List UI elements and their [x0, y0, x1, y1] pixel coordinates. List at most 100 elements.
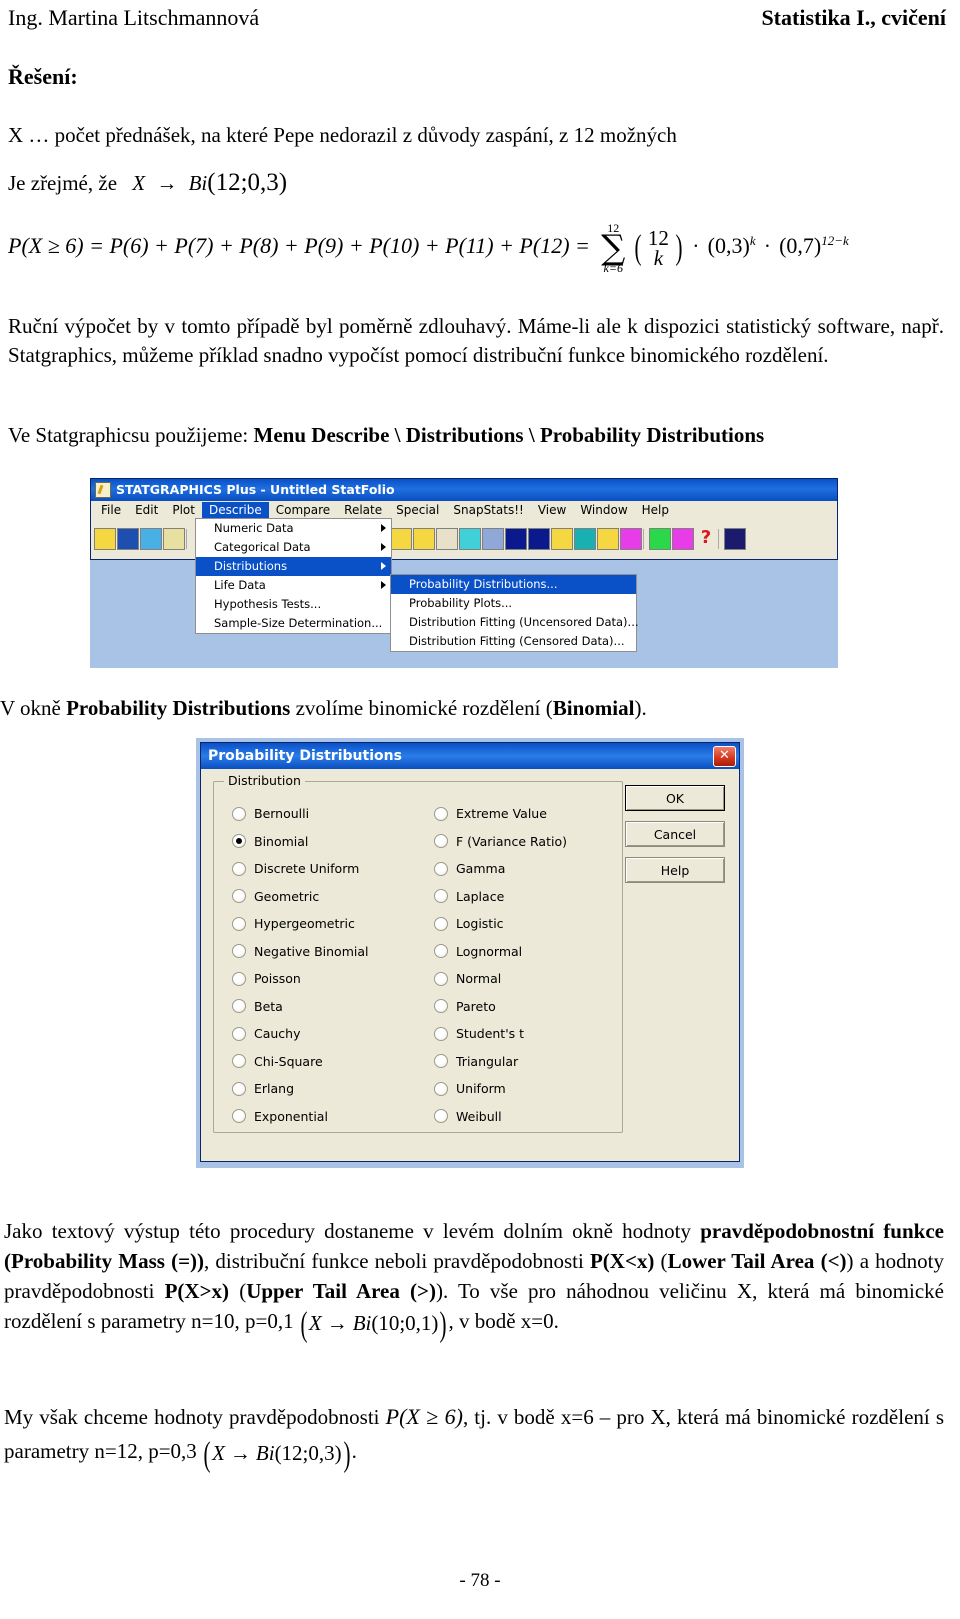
menu-special[interactable]: Special — [389, 502, 446, 518]
flowchart-icon[interactable] — [597, 528, 619, 550]
radio-cauchy[interactable]: Cauchy — [232, 1020, 418, 1048]
radio-icon[interactable] — [232, 916, 246, 931]
radio-icon[interactable] — [232, 1109, 246, 1124]
radio-students-t[interactable]: Student's t — [434, 1020, 622, 1048]
radio-bernoulli[interactable]: Bernoulli — [232, 800, 418, 828]
menu-compare[interactable]: Compare — [269, 502, 337, 518]
ok-button[interactable]: OK — [625, 785, 725, 811]
normal-curve-icon[interactable] — [528, 528, 550, 550]
boxplot-icon[interactable] — [413, 528, 435, 550]
radio-extreme-value[interactable]: Extreme Value — [434, 800, 622, 828]
radio-exponential[interactable]: Exponential — [232, 1103, 418, 1131]
menu-view[interactable]: View — [531, 502, 573, 518]
radio-icon[interactable] — [434, 1026, 448, 1041]
radio-icon[interactable] — [232, 1081, 246, 1096]
radio-icon[interactable] — [434, 861, 448, 876]
datasheet-icon[interactable] — [140, 528, 162, 550]
save-disk-icon[interactable] — [117, 528, 139, 550]
radio-lognormal[interactable]: Lognormal — [434, 938, 622, 966]
menu-item-hypothesis-tests[interactable]: Hypothesis Tests... — [196, 595, 391, 614]
help-question-icon[interactable]: ? — [695, 528, 717, 550]
radio-gamma[interactable]: Gamma — [434, 855, 622, 883]
radio-beta[interactable]: Beta — [232, 993, 418, 1021]
radio-normal[interactable]: Normal — [434, 965, 622, 993]
math-paren-open: ( — [203, 1435, 211, 1474]
radio-icon[interactable] — [232, 971, 246, 986]
radio-triangular[interactable]: Triangular — [434, 1048, 622, 1076]
menu-edit[interactable]: Edit — [128, 502, 165, 518]
radio-icon[interactable] — [232, 806, 246, 821]
menu-help[interactable]: Help — [635, 502, 676, 518]
radio-logistic[interactable]: Logistic — [434, 910, 622, 938]
globe-icon[interactable] — [574, 528, 596, 550]
numeric-icon[interactable] — [163, 528, 185, 550]
radio-pareto[interactable]: Pareto — [434, 993, 622, 1021]
sigma-icon[interactable] — [459, 528, 481, 550]
menu-file[interactable]: File — [94, 502, 128, 518]
p3-inline-math: (X → Bi(12;0,3)) — [202, 1435, 352, 1474]
radio-icon[interactable] — [434, 1054, 448, 1069]
radio-icon[interactable] — [434, 1109, 448, 1124]
menu-item-categorical-data[interactable]: Categorical Data — [196, 538, 391, 557]
radio-f-variance-ratio[interactable]: F (Variance Ratio) — [434, 828, 622, 856]
histogram-icon[interactable] — [436, 528, 458, 550]
close-icon[interactable]: ✕ — [713, 745, 736, 767]
radio-geometric[interactable]: Geometric — [232, 883, 418, 911]
radio-icon[interactable] — [434, 971, 448, 986]
glm-icon[interactable] — [620, 528, 642, 550]
open-folder-icon[interactable] — [94, 528, 116, 550]
menu-item-sample-size-determination[interactable]: Sample-Size Determination... — [196, 614, 391, 633]
scatterplot-icon[interactable] — [390, 528, 412, 550]
p3-seg-3: . — [351, 1439, 357, 1463]
help-button[interactable]: Help — [625, 857, 725, 883]
radio-icon[interactable] — [232, 889, 246, 904]
menu-relate[interactable]: Relate — [337, 502, 389, 518]
describe-dropdown-menu[interactable]: Numeric Data Categorical Data Distributi… — [195, 518, 392, 634]
radio-poisson[interactable]: Poisson — [232, 965, 418, 993]
menu-item-numeric-data[interactable]: Numeric Data — [196, 519, 391, 538]
menu-describe[interactable]: Describe — [201, 502, 269, 518]
radio-icon[interactable] — [434, 1081, 448, 1096]
menu-item-label: Sample-Size Determination... — [214, 616, 383, 630]
radio-erlang[interactable]: Erlang — [232, 1075, 418, 1103]
radio-icon[interactable] — [434, 834, 448, 849]
submenu-item-probability-plots[interactable]: Probability Plots... — [391, 594, 636, 613]
radio-uniform[interactable]: Uniform — [434, 1075, 622, 1103]
timeseries-icon[interactable] — [505, 528, 527, 550]
radio-icon-selected[interactable] — [232, 834, 246, 849]
radio-binomial[interactable]: Binomial — [232, 828, 418, 856]
regression-icon[interactable] — [482, 528, 504, 550]
radio-discrete-uniform[interactable]: Discrete Uniform — [232, 855, 418, 883]
submenu-item-distribution-fitting-uncensored[interactable]: Distribution Fitting (Uncensored Data)..… — [391, 613, 639, 632]
radio-icon[interactable] — [434, 889, 448, 904]
distributions-submenu[interactable]: Probability Distributions... Probability… — [390, 574, 639, 652]
math-params: (12;0,3) — [274, 1441, 342, 1466]
grid-icon[interactable] — [724, 528, 746, 550]
radio-icon[interactable] — [232, 944, 246, 959]
radio-hypergeometric[interactable]: Hypergeometric — [232, 910, 418, 938]
menu-window[interactable]: Window — [573, 502, 634, 518]
statgraphics-menubar[interactable]: File Edit Plot Describe Compare Relate S… — [91, 501, 837, 519]
radio-icon[interactable] — [434, 806, 448, 821]
radio-laplace[interactable]: Laplace — [434, 883, 622, 911]
menu-item-life-data[interactable]: Life Data — [196, 576, 391, 595]
radio-icon[interactable] — [434, 999, 448, 1014]
radio-chi-square[interactable]: Chi-Square — [232, 1048, 418, 1076]
trend-icon[interactable] — [551, 528, 573, 550]
question-green-icon[interactable] — [649, 528, 671, 550]
radio-icon[interactable] — [434, 916, 448, 931]
radio-icon[interactable] — [434, 944, 448, 959]
wizard-icon[interactable] — [672, 528, 694, 550]
submenu-item-probability-distributions[interactable]: Probability Distributions... — [391, 575, 636, 594]
menu-plot[interactable]: Plot — [165, 502, 202, 518]
menu-item-distributions[interactable]: Distributions — [196, 557, 391, 576]
menu-snapstats[interactable]: SnapStats!! — [446, 502, 530, 518]
submenu-item-distribution-fitting-censored[interactable]: Distribution Fitting (Censored Data)... — [391, 632, 636, 651]
radio-icon[interactable] — [232, 999, 246, 1014]
radio-weibull[interactable]: Weibull — [434, 1103, 622, 1131]
radio-negative-binomial[interactable]: Negative Binomial — [232, 938, 418, 966]
cancel-button[interactable]: Cancel — [625, 821, 725, 847]
radio-icon[interactable] — [232, 1026, 246, 1041]
radio-icon[interactable] — [232, 861, 246, 876]
radio-icon[interactable] — [232, 1054, 246, 1069]
